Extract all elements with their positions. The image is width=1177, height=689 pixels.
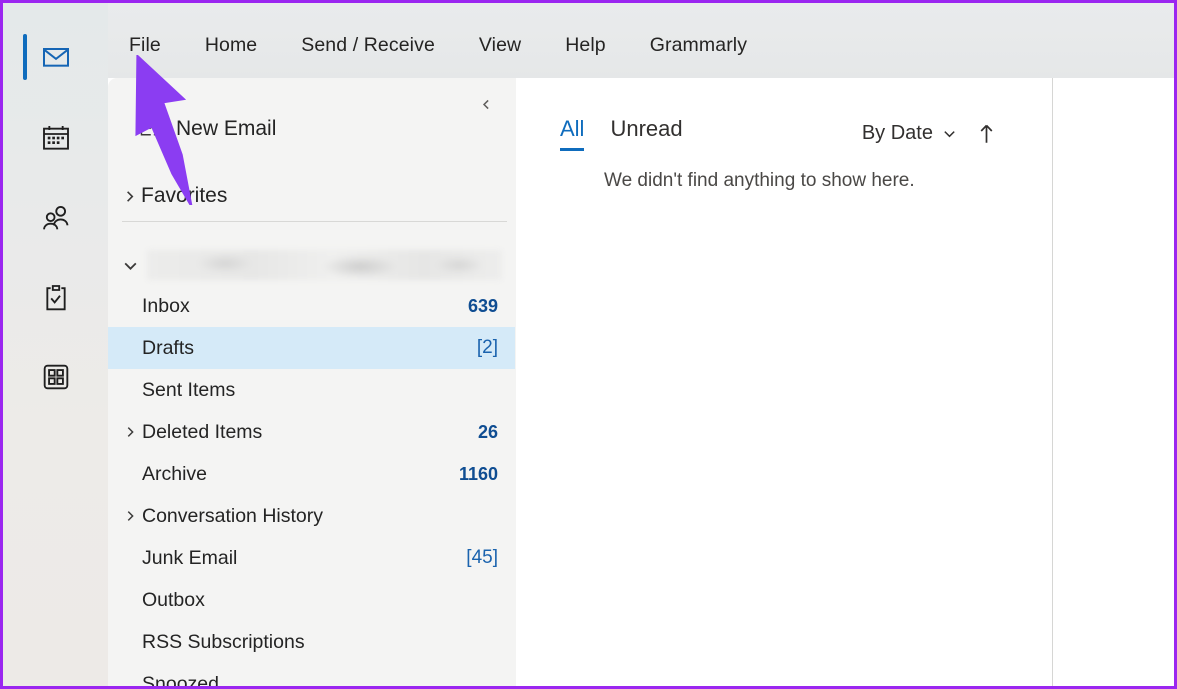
arrow-up-icon: [977, 122, 996, 145]
rail-item-apps[interactable]: [3, 348, 108, 406]
folder-label: Archive: [142, 463, 207, 486]
rail-item-people[interactable]: [3, 189, 108, 247]
message-list-pane: All Unread By Date We didn't find anythi…: [516, 78, 1052, 686]
folder-label: Outbox: [142, 589, 205, 612]
folder-list: Inbox 639 Drafts [2] Sent Items Deleted …: [108, 285, 516, 686]
folder-item-rss-subscriptions[interactable]: RSS Subscriptions: [108, 621, 515, 663]
folder-item-inbox[interactable]: Inbox 639: [108, 285, 515, 327]
ribbon-tab-view[interactable]: View: [457, 31, 543, 59]
tasks-clipboard-icon: [40, 282, 72, 314]
rail-item-mail[interactable]: [3, 28, 108, 86]
ribbon-tab-home[interactable]: Home: [183, 31, 279, 59]
chevron-down-icon: [122, 257, 139, 274]
folder-label: RSS Subscriptions: [142, 631, 305, 654]
new-email-button[interactable]: New Email: [138, 110, 276, 148]
mail-icon: [40, 41, 72, 73]
folder-count: [45]: [466, 547, 498, 569]
folder-item-junk-email[interactable]: Junk Email [45]: [108, 537, 515, 579]
sort-by-label: By Date: [862, 122, 933, 145]
apps-grid-icon: [40, 361, 72, 393]
folder-count: [2]: [477, 337, 498, 359]
folder-item-outbox[interactable]: Outbox: [108, 579, 515, 621]
sort-direction-button[interactable]: [977, 122, 996, 145]
ribbon-tab-file[interactable]: File: [121, 31, 183, 59]
chevron-right-icon: [122, 189, 137, 204]
sort-by-button[interactable]: By Date: [862, 122, 957, 145]
ribbon-tab-bar: File Home Send / Receive View Help Gramm…: [3, 3, 1174, 78]
ribbon-tabs: File Home Send / Receive View Help Gramm…: [121, 31, 769, 59]
ribbon-tab-help[interactable]: Help: [543, 31, 628, 59]
folder-label: Sent Items: [142, 379, 235, 402]
nav-separator: [122, 221, 507, 222]
favorites-section-header[interactable]: Favorites: [122, 178, 227, 214]
collapse-panel-button[interactable]: [472, 90, 500, 118]
folder-count: 26: [478, 422, 498, 443]
folder-count: 1160: [459, 464, 498, 485]
rail-item-tasks[interactable]: [3, 269, 108, 327]
folder-label: Deleted Items: [142, 421, 262, 444]
folder-label: Inbox: [142, 295, 190, 318]
account-name-redacted: [147, 250, 502, 280]
favorites-label: Favorites: [141, 184, 227, 208]
filter-tab-all[interactable]: All: [560, 116, 584, 151]
app-rail: [3, 3, 108, 686]
folder-item-deleted-items[interactable]: Deleted Items 26: [108, 411, 515, 453]
folder-label: Conversation History: [142, 505, 323, 528]
ribbon-tab-grammarly[interactable]: Grammarly: [628, 31, 769, 59]
folder-item-archive[interactable]: Archive 1160: [108, 453, 515, 495]
reading-pane: [1052, 78, 1174, 686]
message-filter-tabs: All Unread: [560, 116, 683, 151]
new-mail-plus-icon: [138, 116, 164, 142]
folder-item-snoozed[interactable]: Snoozed: [108, 663, 515, 686]
outlook-window: File Home Send / Receive View Help Gramm…: [0, 0, 1177, 689]
calendar-icon: [40, 122, 72, 154]
rail-item-calendar[interactable]: [3, 109, 108, 167]
folder-item-conversation-history[interactable]: Conversation History: [108, 495, 515, 537]
empty-list-message: We didn't find anything to show here.: [604, 170, 915, 192]
folder-label: Drafts: [142, 337, 194, 360]
chevron-left-icon: [480, 98, 493, 111]
folder-navigation-panel: New Email Favorites Inbox 639 Drafts [2]: [108, 78, 516, 686]
folder-label: Snoozed: [142, 673, 219, 687]
folder-item-sent-items[interactable]: Sent Items: [108, 369, 515, 411]
account-section-header[interactable]: [122, 245, 512, 285]
sort-controls: By Date: [862, 122, 996, 145]
expand-chevron-right-icon[interactable]: [123, 425, 137, 439]
people-icon: [40, 202, 72, 234]
folder-count: 639: [468, 296, 498, 317]
chevron-down-icon: [942, 126, 957, 141]
filter-tab-unread[interactable]: Unread: [610, 116, 682, 151]
expand-chevron-right-icon[interactable]: [123, 509, 137, 523]
new-email-label: New Email: [176, 117, 276, 141]
folder-item-drafts[interactable]: Drafts [2]: [108, 327, 515, 369]
folder-label: Junk Email: [142, 547, 237, 570]
ribbon-tab-send-receive[interactable]: Send / Receive: [279, 31, 457, 59]
